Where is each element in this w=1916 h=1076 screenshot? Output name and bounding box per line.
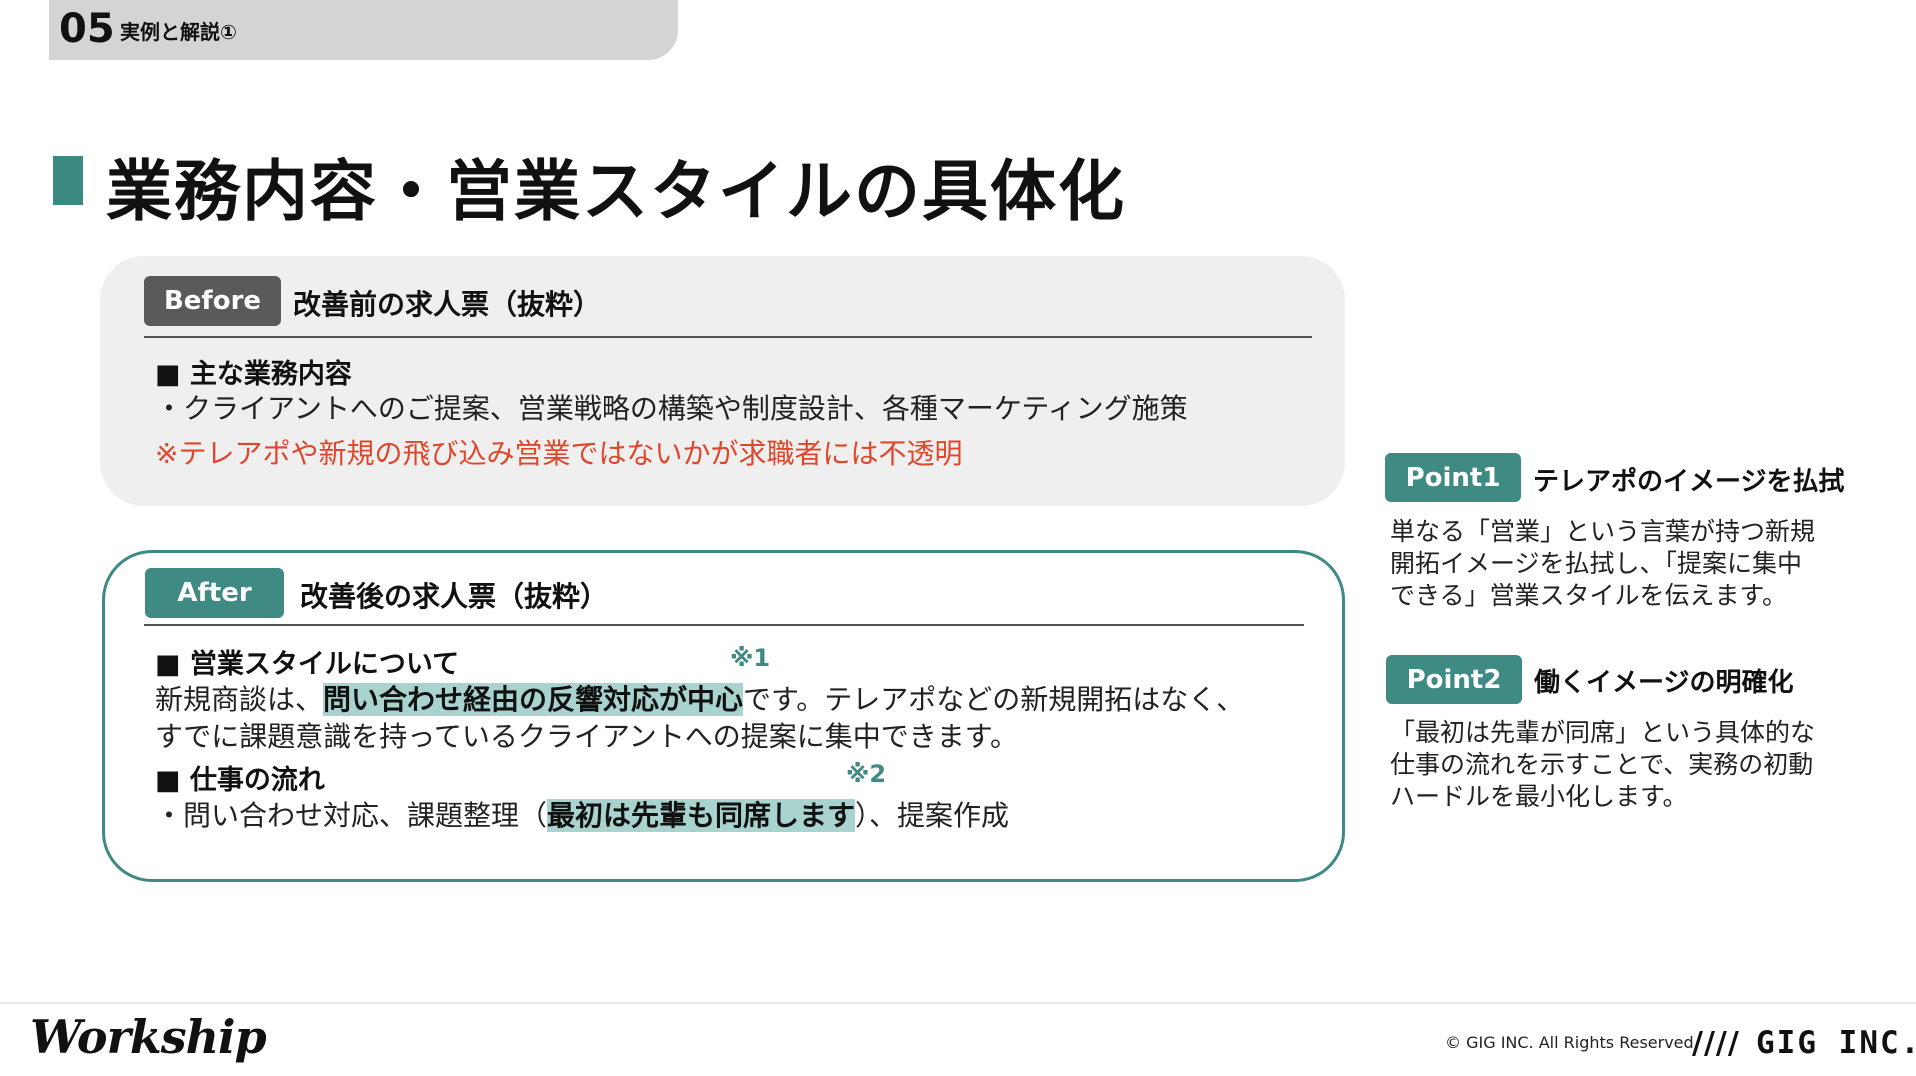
highlight-inquiry: 問い合わせ経由の反響対応が中心 (323, 683, 744, 716)
footer-divider (0, 1002, 1916, 1004)
section-label: 実例と解説① (120, 20, 237, 44)
point2-desc: 「最初は先輩が同席」という具体的な 仕事の流れを示すことで、実務の初動 ハードル… (1390, 717, 1815, 813)
after-line1-post: です。テレアポなどの新規開拓はなく、 (743, 683, 1245, 716)
point2-desc-line: 仕事の流れを示すことで、実務の初動 (1390, 750, 1814, 779)
after-section1-head: ■ 営業スタイルについて (155, 649, 460, 680)
point1-desc-line: 開拓イメージを払拭し、「提案に集中 (1390, 549, 1803, 578)
section-number: 05 (59, 6, 115, 52)
after-line1-pre: 新規商談は、 (155, 683, 324, 716)
point1-desc: 単なる「営業」という言葉が持つ新規 開拓イメージを払拭し、「提案に集中 できる」… (1390, 516, 1815, 612)
note-mark-2: ※2 (846, 760, 887, 788)
point1-title: テレアポのイメージを払拭 (1533, 467, 1845, 497)
after-line-1: 新規商談は、問い合わせ経由の反響対応が中心です。テレアポなどの新規開拓はなく、 (155, 678, 1244, 718)
after-divider (144, 624, 1304, 626)
gig-logo-mark: //// (1692, 1026, 1740, 1061)
point1-desc-line: 単なる「営業」という言葉が持つ新規 (1390, 517, 1816, 546)
after-section2-head: ■ 仕事の流れ (155, 765, 325, 796)
point2-badge: Point2 (1386, 655, 1522, 704)
after-line3-post: ）、提案作成 (855, 799, 1010, 832)
after-line3-pre: ・問い合わせ対応、課題整理（ (155, 799, 548, 832)
point2-title: 働くイメージの明確化 (1534, 668, 1794, 698)
highlight-senior: 最初は先輩も同席します (547, 799, 856, 832)
point2-desc-line: ハードルを最小化します。 (1390, 782, 1688, 811)
after-heading: 改善後の求人票（抜粋） (300, 580, 609, 613)
note-mark-1: ※1 (730, 644, 771, 672)
before-heading: 改善前の求人票（抜粋） (293, 288, 602, 321)
point1-desc-line: できる」営業スタイルを伝えます。 (1390, 581, 1788, 610)
before-line: ・クライアントへのご提案、営業戦略の構築や制度設計、各種マーケティング施策 (155, 392, 1188, 425)
after-line-3: ・問い合わせ対応、課題整理（最初は先輩も同席します）、提案作成 (155, 794, 1009, 834)
after-badge: After (145, 568, 284, 618)
point1-badge: Point1 (1385, 453, 1521, 502)
point2-desc-line: 「最初は先輩が同席」という具体的な (1390, 718, 1816, 747)
before-note: ※テレアポや新規の飛び込み営業ではないかが求職者には不透明 (155, 437, 963, 470)
section-tab: 05 実例と解説① (49, 0, 678, 60)
title-accent-bar (53, 156, 83, 205)
gig-logo: GIG INC. (1756, 1025, 1916, 1061)
copyright-text: © GIG INC. All Rights Reserved. (1445, 1033, 1699, 1052)
before-divider (144, 336, 1312, 338)
page-title: 業務内容・営業スタイルの具体化 (106, 153, 1126, 230)
after-line-2: すでに課題意識を持っているクライアントへの提案に集中できます。 (155, 720, 1018, 753)
before-badge: Before (144, 276, 281, 326)
before-section-head: ■ 主な業務内容 (155, 359, 352, 390)
workship-logo: Workship (30, 1010, 267, 1064)
